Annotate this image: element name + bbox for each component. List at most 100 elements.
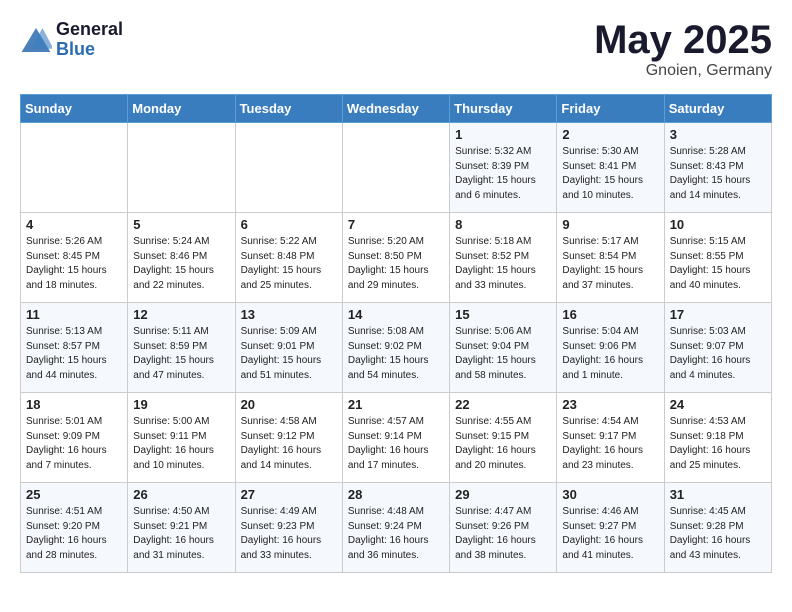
day-number: 31 (670, 487, 766, 502)
calendar-cell: 15 Sunrise: 5:06 AM Sunset: 9:04 PM Dayli… (450, 303, 557, 393)
calendar-cell: 6 Sunrise: 5:22 AM Sunset: 8:48 PM Daylig… (235, 213, 342, 303)
day-number: 12 (133, 307, 229, 322)
header-wednesday: Wednesday (342, 95, 449, 123)
day-info: Sunrise: 5:20 AM Sunset: 8:50 PM Dayligh… (348, 235, 444, 293)
calendar-cell: 9Sunrise: 5:17 AM Sunset: 8:54 PM Daylig… (557, 213, 664, 303)
day-info: Sunrise: 5:15 AM Sunset: 8:55 PM Dayligh… (670, 235, 766, 293)
logo: General Blue (20, 20, 123, 60)
day-info: Sunrise: 5:03 AM Sunset: 9:07 PM Dayligh… (670, 325, 766, 383)
calendar-cell: 11Sunrise: 5:13 AM Sunset: 8:57 PM Dayli… (21, 303, 128, 393)
day-info: Sunrise: 4:49 AM Sunset: 9:23 PM Dayligh… (241, 505, 337, 563)
calendar-week-4: 18Sunrise: 5:01 AM Sunset: 9:09 PM Dayli… (21, 393, 772, 483)
day-number: 6 (241, 217, 337, 232)
day-info: Sunrise: 5:00 AM Sunset: 9:11 PM Dayligh… (133, 415, 229, 473)
calendar-cell: 5 Sunrise: 5:24 AM Sunset: 8:46 PM Daylig… (128, 213, 235, 303)
day-info: Sunrise: 5:18 AM Sunset: 8:52 PM Dayligh… (455, 235, 551, 293)
day-number: 15 (455, 307, 551, 322)
calendar-cell: 26Sunrise: 4:50 AM Sunset: 9:21 PM Dayli… (128, 483, 235, 573)
calendar-cell: 12 Sunrise: 5:11 AM Sunset: 8:59 PM Dayli… (128, 303, 235, 393)
logo-text: General Blue (56, 20, 123, 60)
calendar-week-1: 1 Sunrise: 5:32 AM Sunset: 8:39 PM Daylig… (21, 123, 772, 213)
logo-general: General (56, 20, 123, 40)
day-number: 3 (670, 127, 766, 142)
day-number: 1 (455, 127, 551, 142)
header-monday: Monday (128, 95, 235, 123)
day-info: Sunrise: 5:09 AM Sunset: 9:01 PM Dayligh… (241, 325, 337, 383)
header-friday: Friday (557, 95, 664, 123)
header: General Blue May 2025 Gnoien, Germany (20, 20, 772, 80)
calendar-table: Sunday Monday Tuesday Wednesday Thursday… (20, 94, 772, 573)
calendar-cell: 14 Sunrise: 5:08 AM Sunset: 9:02 PM Dayli… (342, 303, 449, 393)
location: Gnoien, Germany (594, 62, 772, 80)
day-info: Sunrise: 5:06 AM Sunset: 9:04 PM Dayligh… (455, 325, 551, 383)
day-number: 4 (26, 217, 122, 232)
calendar-week-3: 11Sunrise: 5:13 AM Sunset: 8:57 PM Dayli… (21, 303, 772, 393)
day-info: Sunrise: 4:46 AM Sunset: 9:27 PM Dayligh… (562, 505, 658, 563)
day-info: Sunrise: 4:48 AM Sunset: 9:24 PM Dayligh… (348, 505, 444, 563)
day-number: 30 (562, 487, 658, 502)
day-info: Sunrise: 4:54 AM Sunset: 9:17 PM Dayligh… (562, 415, 658, 473)
day-number: 29 (455, 487, 551, 502)
logo-blue: Blue (56, 40, 123, 60)
calendar-week-5: 25Sunrise: 4:51 AM Sunset: 9:20 PM Dayli… (21, 483, 772, 573)
day-number: 8 (455, 217, 551, 232)
day-number: 9 (562, 217, 658, 232)
calendar-cell: 17 Sunrise: 5:03 AM Sunset: 9:07 PM Dayli… (664, 303, 771, 393)
day-number: 24 (670, 397, 766, 412)
day-info: Sunrise: 4:58 AM Sunset: 9:12 PM Dayligh… (241, 415, 337, 473)
day-info: Sunrise: 4:45 AM Sunset: 9:28 PM Dayligh… (670, 505, 766, 563)
calendar-cell: 8 Sunrise: 5:18 AM Sunset: 8:52 PM Daylig… (450, 213, 557, 303)
calendar-cell: 29 Sunrise: 4:47 AM Sunset: 9:26 PM Dayli… (450, 483, 557, 573)
calendar-cell (128, 123, 235, 213)
day-info: Sunrise: 5:32 AM Sunset: 8:39 PM Dayligh… (455, 145, 551, 203)
day-info: Sunrise: 4:55 AM Sunset: 9:15 PM Dayligh… (455, 415, 551, 473)
day-number: 7 (348, 217, 444, 232)
day-number: 13 (241, 307, 337, 322)
day-info: Sunrise: 5:28 AM Sunset: 8:43 PM Dayligh… (670, 145, 766, 203)
day-info: Sunrise: 4:47 AM Sunset: 9:26 PM Dayligh… (455, 505, 551, 563)
day-number: 22 (455, 397, 551, 412)
calendar-cell: 24 Sunrise: 4:53 AM Sunset: 9:18 PM Dayli… (664, 393, 771, 483)
calendar-cell: 7 Sunrise: 5:20 AM Sunset: 8:50 PM Daylig… (342, 213, 449, 303)
day-number: 19 (133, 397, 229, 412)
calendar-header: Sunday Monday Tuesday Wednesday Thursday… (21, 95, 772, 123)
day-number: 17 (670, 307, 766, 322)
day-number: 27 (241, 487, 337, 502)
calendar-cell (21, 123, 128, 213)
calendar-cell: 13 Sunrise: 5:09 AM Sunset: 9:01 PM Dayli… (235, 303, 342, 393)
calendar-cell: 30 Sunrise: 4:46 AM Sunset: 9:27 PM Dayli… (557, 483, 664, 573)
day-info: Sunrise: 5:08 AM Sunset: 9:02 PM Dayligh… (348, 325, 444, 383)
calendar-cell: 20 Sunrise: 4:58 AM Sunset: 9:12 PM Dayli… (235, 393, 342, 483)
day-info: Sunrise: 5:22 AM Sunset: 8:48 PM Dayligh… (241, 235, 337, 293)
day-info: Sunrise: 5:24 AM Sunset: 8:46 PM Dayligh… (133, 235, 229, 293)
calendar-cell: 3 Sunrise: 5:28 AM Sunset: 8:43 PM Daylig… (664, 123, 771, 213)
day-info: Sunrise: 4:53 AM Sunset: 9:18 PM Dayligh… (670, 415, 766, 473)
day-info: Sunrise: 5:26 AM Sunset: 8:45 PM Dayligh… (26, 235, 122, 293)
calendar-cell: 10 Sunrise: 5:15 AM Sunset: 8:55 PM Dayli… (664, 213, 771, 303)
day-info: Sunrise: 5:11 AM Sunset: 8:59 PM Dayligh… (133, 325, 229, 383)
day-number: 10 (670, 217, 766, 232)
calendar-cell: 28 Sunrise: 4:48 AM Sunset: 9:24 PM Dayli… (342, 483, 449, 573)
day-number: 26 (133, 487, 229, 502)
weekday-header-row: Sunday Monday Tuesday Wednesday Thursday… (21, 95, 772, 123)
calendar-cell: 25Sunrise: 4:51 AM Sunset: 9:20 PM Dayli… (21, 483, 128, 573)
day-number: 18 (26, 397, 122, 412)
day-number: 28 (348, 487, 444, 502)
title-block: May 2025 Gnoien, Germany (594, 20, 772, 80)
day-info: Sunrise: 4:51 AM Sunset: 9:20 PM Dayligh… (26, 505, 122, 563)
calendar-cell: 4 Sunrise: 5:26 AM Sunset: 8:45 PM Daylig… (21, 213, 128, 303)
day-number: 2 (562, 127, 658, 142)
day-number: 16 (562, 307, 658, 322)
month-title: May 2025 (594, 20, 772, 60)
calendar-cell: 18Sunrise: 5:01 AM Sunset: 9:09 PM Dayli… (21, 393, 128, 483)
day-info: Sunrise: 5:30 AM Sunset: 8:41 PM Dayligh… (562, 145, 658, 203)
day-number: 20 (241, 397, 337, 412)
calendar-cell: 23Sunrise: 4:54 AM Sunset: 9:17 PM Dayli… (557, 393, 664, 483)
calendar-cell: 31 Sunrise: 4:45 AM Sunset: 9:28 PM Dayli… (664, 483, 771, 573)
calendar-cell: 19 Sunrise: 5:00 AM Sunset: 9:11 PM Dayli… (128, 393, 235, 483)
calendar-cell: 16 Sunrise: 5:04 AM Sunset: 9:06 PM Dayli… (557, 303, 664, 393)
day-number: 5 (133, 217, 229, 232)
day-info: Sunrise: 5:04 AM Sunset: 9:06 PM Dayligh… (562, 325, 658, 383)
day-number: 14 (348, 307, 444, 322)
day-number: 11 (26, 307, 122, 322)
